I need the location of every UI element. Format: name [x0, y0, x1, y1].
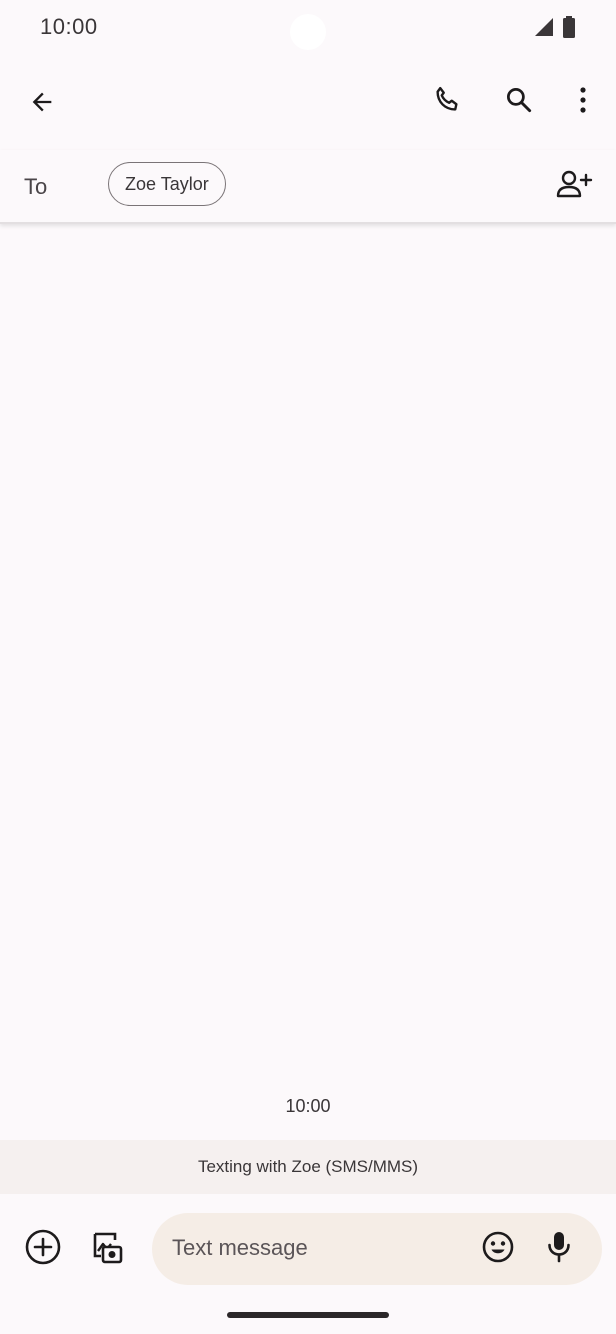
search-icon: [504, 85, 534, 120]
battery-icon: [562, 16, 576, 43]
emoji-button[interactable]: [474, 1225, 522, 1273]
add-recipient-button[interactable]: [550, 162, 598, 210]
back-button[interactable]: [18, 80, 66, 128]
add-circle-icon: [24, 1228, 62, 1271]
texting-banner: Texting with Zoe (SMS/MMS): [0, 1140, 616, 1194]
mic-icon: [546, 1230, 572, 1269]
voice-button[interactable]: [535, 1225, 583, 1273]
add-person-icon: [555, 169, 593, 204]
status-bar: 10:00: [0, 0, 616, 56]
status-time: 10:00: [40, 14, 98, 39]
camera-cutout: [290, 14, 326, 50]
emoji-icon: [481, 1230, 515, 1269]
home-indicator[interactable]: [227, 1312, 389, 1318]
more-options-button[interactable]: [559, 78, 607, 126]
search-button[interactable]: [495, 78, 543, 126]
signal-icon: [534, 17, 554, 42]
to-label: To: [24, 174, 48, 199]
attach-button[interactable]: [19, 1225, 67, 1273]
recipient-row: To Zoe Taylor: [0, 150, 616, 224]
gallery-icon: [87, 1228, 125, 1271]
gallery-button[interactable]: [82, 1225, 130, 1273]
message-timestamp: 10:00: [285, 1096, 331, 1116]
phone-icon: [432, 85, 462, 120]
back-arrow-icon: [28, 88, 56, 121]
call-button[interactable]: [423, 78, 471, 126]
recipient-chip-label: Zoe Taylor: [125, 173, 209, 194]
message-input[interactable]: Text message: [152, 1213, 602, 1285]
message-input-placeholder: Text message: [172, 1235, 308, 1260]
status-icons: [534, 16, 576, 43]
more-vert-icon: [579, 86, 587, 118]
app-bar: [0, 70, 616, 138]
recipient-chip[interactable]: Zoe Taylor: [108, 162, 226, 206]
